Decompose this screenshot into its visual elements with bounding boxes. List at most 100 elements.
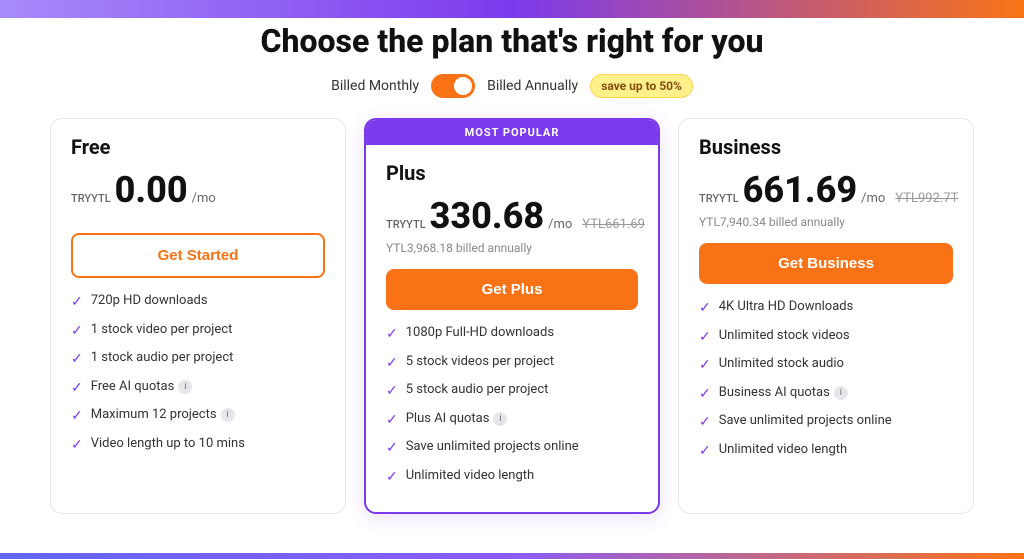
info-icon: i bbox=[221, 408, 235, 422]
feature-text: 5 stock audio per project bbox=[406, 381, 549, 399]
billed-info: YTL3,968.18 billed annually bbox=[386, 241, 638, 255]
check-icon: ✓ bbox=[699, 356, 711, 376]
feature-item: ✓ Save unlimited projects online bbox=[386, 438, 638, 459]
check-icon: ✓ bbox=[71, 407, 83, 427]
check-icon: ✓ bbox=[699, 299, 711, 319]
feature-item: ✓ Business AI quotasi bbox=[699, 384, 953, 405]
billing-toggle-row: Billed Monthly Billed Annually save up t… bbox=[0, 74, 1024, 98]
check-icon: ✓ bbox=[71, 322, 83, 342]
check-icon: ✓ bbox=[699, 413, 711, 433]
feature-item: ✓ Video length up to 10 mins bbox=[71, 435, 325, 456]
check-icon: ✓ bbox=[386, 439, 398, 459]
popular-badge: MOST POPULAR bbox=[366, 120, 658, 145]
feature-text: 1080p Full-HD downloads bbox=[406, 324, 554, 342]
save-badge: save up to 50% bbox=[590, 74, 693, 98]
page-title: Choose the plan that's right for you bbox=[0, 22, 1024, 60]
top-decorative-bar bbox=[0, 0, 1024, 18]
feature-item: ✓ 1 stock video per project bbox=[71, 321, 325, 342]
feature-item: ✓ 5 stock audio per project bbox=[386, 381, 638, 402]
plan-card-free: Free TRYYTL 0.00 /mo Get Started ✓ 720p … bbox=[50, 118, 346, 514]
billed-info: YTL7,940.34 billed annually bbox=[699, 215, 953, 229]
feature-item: ✓ Plus AI quotasi bbox=[386, 410, 638, 431]
feature-text: Save unlimited projects online bbox=[406, 438, 579, 456]
plan-button-business[interactable]: Get Business bbox=[699, 243, 953, 284]
price-mo: /mo bbox=[192, 191, 216, 206]
feature-item: ✓ 1 stock audio per project bbox=[71, 349, 325, 370]
feature-text: 4K Ultra HD Downloads bbox=[719, 298, 854, 316]
billing-annually-label: Billed Annually bbox=[487, 78, 578, 94]
feature-item: ✓ Unlimited stock videos bbox=[699, 327, 953, 348]
plan-card-plus: MOST POPULAR Plus TRYYTL 330.68 /mo YTL6… bbox=[364, 118, 660, 514]
feature-text: Maximum 12 projectsi bbox=[91, 406, 235, 424]
feature-item: ✓ Unlimited stock audio bbox=[699, 355, 953, 376]
feature-text: 5 stock videos per project bbox=[406, 353, 554, 371]
price-amount: 661.69 bbox=[743, 169, 857, 211]
price-prefix: TRYYTL bbox=[386, 218, 426, 231]
features-list-free: ✓ 720p HD downloads ✓ 1 stock video per … bbox=[71, 292, 325, 456]
price-mo: /mo bbox=[548, 217, 572, 232]
feature-text: Unlimited video length bbox=[719, 441, 847, 459]
feature-text: 720p HD downloads bbox=[91, 292, 208, 310]
check-icon: ✓ bbox=[699, 442, 711, 462]
price-row-plus: TRYYTL 330.68 /mo YTL661.69 bbox=[386, 195, 638, 237]
check-icon: ✓ bbox=[71, 436, 83, 456]
feature-item: ✓ 5 stock videos per project bbox=[386, 353, 638, 374]
plans-container: Free TRYYTL 0.00 /mo Get Started ✓ 720p … bbox=[0, 118, 1024, 514]
plan-body-free: Free TRYYTL 0.00 /mo Get Started ✓ 720p … bbox=[51, 119, 345, 456]
feature-text: 1 stock video per project bbox=[91, 321, 233, 339]
original-price: YTL661.69 bbox=[582, 217, 645, 232]
plan-name-free: Free bbox=[71, 135, 325, 159]
check-icon: ✓ bbox=[386, 325, 398, 345]
check-icon: ✓ bbox=[699, 328, 711, 348]
feature-text: Video length up to 10 mins bbox=[91, 435, 245, 453]
check-icon: ✓ bbox=[71, 379, 83, 399]
feature-text: 1 stock audio per project bbox=[91, 349, 234, 367]
feature-item: ✓ 4K Ultra HD Downloads bbox=[699, 298, 953, 319]
billing-toggle[interactable] bbox=[431, 74, 475, 98]
feature-text: Unlimited stock videos bbox=[719, 327, 850, 345]
feature-text: Unlimited stock audio bbox=[719, 355, 844, 373]
plan-button-plus[interactable]: Get Plus bbox=[386, 269, 638, 310]
plan-card-business: Business TRYYTL 661.69 /mo YTL992.7T YTL… bbox=[678, 118, 974, 514]
feature-text: Save unlimited projects online bbox=[719, 412, 892, 430]
feature-item: ✓ Maximum 12 projectsi bbox=[71, 406, 325, 427]
check-icon: ✓ bbox=[386, 354, 398, 374]
check-icon: ✓ bbox=[386, 468, 398, 488]
feature-item: ✓ 720p HD downloads bbox=[71, 292, 325, 313]
original-price: YTL992.7T bbox=[895, 191, 958, 206]
feature-text: Unlimited video length bbox=[406, 467, 534, 485]
price-amount: 330.68 bbox=[430, 195, 544, 237]
page-wrapper: Choose the plan that's right for you Bil… bbox=[0, 0, 1024, 559]
bottom-decorative-bar bbox=[0, 553, 1024, 559]
price-row-free: TRYYTL 0.00 /mo bbox=[71, 169, 325, 211]
check-icon: ✓ bbox=[386, 382, 398, 402]
feature-item: ✓ Unlimited video length bbox=[386, 467, 638, 488]
feature-text: Business AI quotasi bbox=[719, 384, 848, 402]
price-row-business: TRYYTL 661.69 /mo YTL992.7T bbox=[699, 169, 953, 211]
check-icon: ✓ bbox=[71, 350, 83, 370]
features-list-business: ✓ 4K Ultra HD Downloads ✓ Unlimited stoc… bbox=[699, 298, 953, 462]
info-icon: i bbox=[493, 412, 507, 426]
check-icon: ✓ bbox=[699, 385, 711, 405]
price-prefix: TRYYTL bbox=[71, 192, 111, 205]
plan-name-business: Business bbox=[699, 135, 953, 159]
billing-monthly-label: Billed Monthly bbox=[331, 78, 419, 94]
feature-item: ✓ Save unlimited projects online bbox=[699, 412, 953, 433]
price-prefix: TRYYTL bbox=[699, 192, 739, 205]
features-list-plus: ✓ 1080p Full-HD downloads ✓ 5 stock vide… bbox=[386, 324, 638, 488]
info-icon: i bbox=[178, 380, 192, 394]
feature-item: ✓ 1080p Full-HD downloads bbox=[386, 324, 638, 345]
feature-item: ✓ Unlimited video length bbox=[699, 441, 953, 462]
info-icon: i bbox=[834, 386, 848, 400]
feature-text: Free AI quotasi bbox=[91, 378, 193, 396]
feature-text: Plus AI quotasi bbox=[406, 410, 508, 428]
check-icon: ✓ bbox=[386, 411, 398, 431]
price-mo: /mo bbox=[861, 191, 885, 206]
check-icon: ✓ bbox=[71, 293, 83, 313]
price-amount: 0.00 bbox=[115, 169, 188, 211]
plan-name-plus: Plus bbox=[386, 161, 638, 185]
plan-body-business: Business TRYYTL 661.69 /mo YTL992.7T YTL… bbox=[679, 119, 973, 462]
plan-body-plus: Plus TRYYTL 330.68 /mo YTL661.69 YTL3,96… bbox=[366, 145, 658, 488]
plan-button-free[interactable]: Get Started bbox=[71, 233, 325, 278]
feature-item: ✓ Free AI quotasi bbox=[71, 378, 325, 399]
